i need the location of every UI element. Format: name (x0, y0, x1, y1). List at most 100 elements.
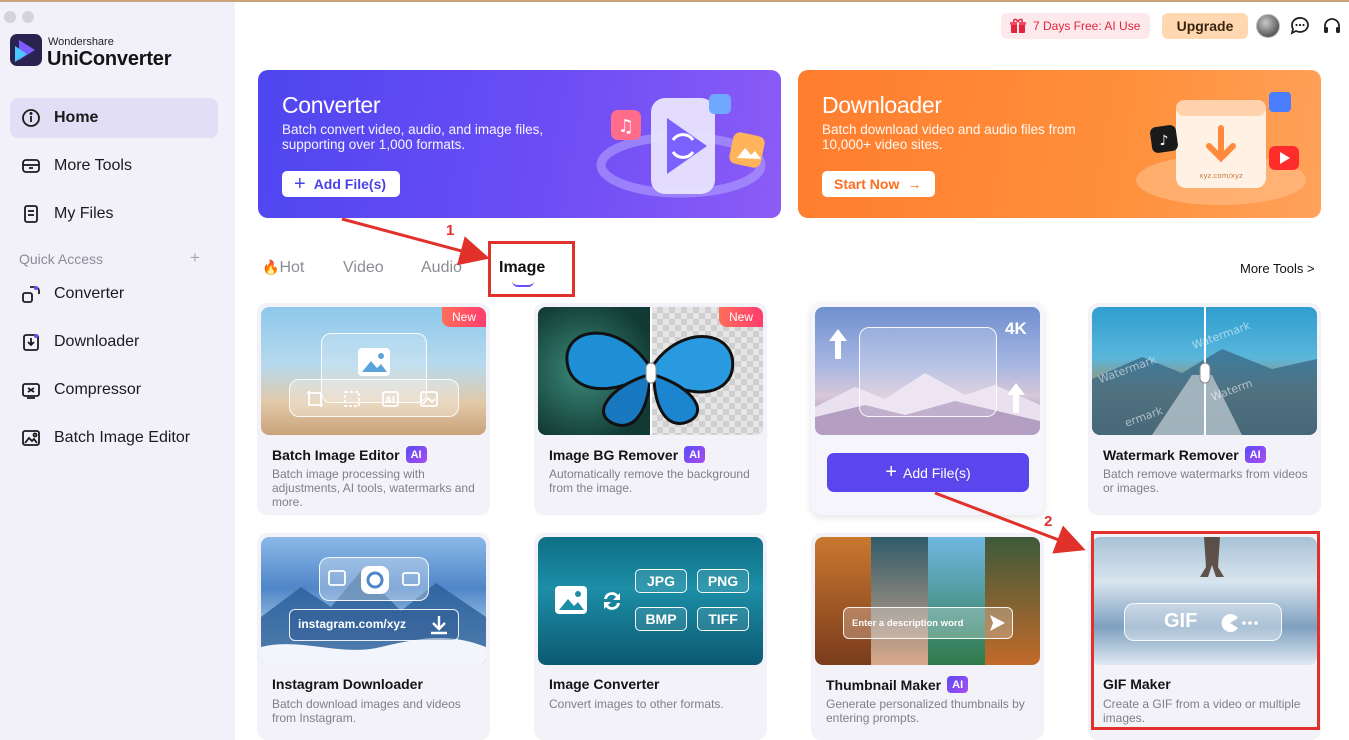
sidebar-item-label: Batch Image Editor (54, 429, 191, 446)
instagram-url-text: instagram.com/xyz (298, 617, 407, 631)
sidebar-item-converter[interactable]: Converter (10, 274, 218, 314)
ai-badge: AI (947, 676, 969, 693)
new-badge: New (442, 307, 486, 327)
image-icon (555, 586, 587, 614)
arrow-right-icon: → (907, 176, 922, 192)
sidebar-item-batch-image-editor[interactable]: Batch Image Editor (10, 418, 218, 458)
sidebar-item-label: Home (54, 109, 99, 126)
downloader-icon (20, 331, 42, 353)
annotation-arrow-1 (341, 217, 490, 266)
prompt-placeholder: Enter a description word (852, 618, 964, 629)
watermark-remover-card[interactable]: Watermark ermark Watermark Waterm Waterm… (1088, 303, 1321, 515)
card-description: Batch remove watermarks from videos or i… (1103, 467, 1308, 495)
window-close-dot[interactable] (4, 11, 16, 23)
card-description: Generate personalized thumbnails by ente… (826, 697, 1025, 725)
card-title: Batch Image Editor AI (272, 446, 427, 463)
format-tiff: TIFF (697, 607, 749, 631)
sidebar: Wondershare UniConverter Home More Tools… (0, 2, 235, 740)
downloader-banner-desc: Batch download video and audio files fro… (822, 122, 1076, 152)
converter-add-files-button[interactable]: + Add File(s) (282, 171, 401, 197)
card-description: Batch download images and videos from In… (272, 697, 461, 725)
sidebar-item-home[interactable]: Home (10, 98, 218, 138)
card-title: Image Converter (549, 676, 660, 692)
image-editor-icon (20, 427, 42, 449)
gift-icon (1010, 18, 1026, 33)
window-minimize-dot[interactable] (22, 11, 34, 23)
card-description: Convert images to other formats. (549, 697, 724, 711)
downloader-banner[interactable]: Downloader Batch download video and audi… (798, 70, 1321, 218)
converter-banner-desc: Batch convert video, audio, and image fi… (282, 122, 544, 152)
quick-access-heading: Quick Access (19, 251, 104, 267)
files-icon (20, 203, 42, 225)
ai-badge: AI (405, 446, 427, 463)
converter-banner-title: Converter (282, 92, 381, 118)
watermark-remover-thumbnail: Watermark ermark Watermark Waterm (1092, 307, 1317, 435)
tab-audio[interactable]: Audio (421, 259, 462, 277)
format-jpg: JPG (635, 569, 687, 593)
sidebar-item-compressor[interactable]: Compressor (10, 370, 218, 410)
user-avatar[interactable] (1256, 14, 1280, 38)
sidebar-item-label: Converter (54, 285, 125, 302)
sidebar-item-more-tools[interactable]: More Tools (10, 146, 218, 186)
add-quick-access-icon[interactable]: + (190, 248, 200, 268)
annotation-number-1: 1 (446, 222, 455, 239)
svg-text:AI: AI (385, 396, 395, 406)
send-icon (990, 615, 1005, 631)
toolbox-icon (20, 155, 42, 177)
instagram-downloader-card[interactable]: instagram.com/xyz Instagram Downloader B… (257, 533, 490, 740)
format-png: PNG (697, 569, 749, 593)
sidebar-item-downloader[interactable]: Downloader (10, 322, 218, 362)
button-label: Add File(s) (313, 176, 387, 192)
svg-text:♪: ♪ (1160, 133, 1169, 149)
image-converter-thumbnail: JPG PNG BMP TIFF (538, 537, 763, 665)
converter-banner[interactable]: Converter Batch convert video, audio, an… (258, 70, 781, 218)
format-bmp: BMP (635, 607, 687, 631)
image-bg-remover-card[interactable]: New Image BG Remover AI Automatically rem… (534, 303, 767, 515)
batch-image-editor-thumbnail: AI New (261, 307, 486, 435)
thumbnail-maker-thumbnail: Enter a description word (815, 537, 1040, 665)
downloader-banner-title: Downloader (822, 92, 942, 118)
card-title: Thumbnail Maker AI (826, 676, 969, 693)
annotation-box-image-tab (488, 241, 575, 297)
feedback-icon[interactable] (1289, 15, 1311, 37)
svg-text:♫: ♫ (618, 116, 634, 137)
xyz-url-text: xyz.com/xyz (1199, 172, 1243, 180)
sidebar-item-label: Downloader (54, 333, 140, 350)
tab-label: Hot (279, 259, 305, 276)
sidebar-item-label: Compressor (54, 381, 142, 398)
converter-icon (20, 283, 42, 305)
card-description: Batch image processing with adjustments,… (272, 467, 475, 509)
sidebar-item-my-files[interactable]: My Files (10, 194, 218, 234)
more-tools-link[interactable]: More Tools > (1240, 261, 1315, 276)
upgrade-button[interactable]: Upgrade (1162, 13, 1248, 39)
tab-video[interactable]: Video (343, 259, 384, 277)
ai-badge: AI (684, 446, 706, 463)
upscaler-thumbnail: 4K (815, 307, 1040, 435)
button-label: Start Now (834, 176, 900, 192)
image-icon (358, 348, 390, 376)
headset-support-icon[interactable] (1321, 15, 1343, 37)
downloader-art-icon: xyz.com/xyz ♪ (1136, 92, 1306, 205)
start-now-button[interactable]: Start Now → (822, 171, 936, 197)
upscaler-add-files-button[interactable]: + Add File(s) (827, 453, 1029, 492)
promo-text: 7 Days Free: AI Use (1033, 19, 1141, 33)
batch-image-editor-card[interactable]: AI New Batch Image Editor AI Batch image … (257, 303, 490, 515)
image-converter-card[interactable]: JPG PNG BMP TIFF Image Converter Convert… (534, 533, 767, 740)
instagram-icon (328, 566, 420, 594)
home-icon (20, 107, 42, 129)
thumbnail-maker-card[interactable]: Enter a description word Thumbnail Maker… (811, 533, 1044, 740)
card-description: Automatically remove the background from… (549, 467, 750, 495)
plus-icon: + (294, 172, 306, 195)
tab-hot[interactable]: 🔥Hot (262, 259, 304, 277)
instagram-thumbnail: instagram.com/xyz (261, 537, 486, 665)
upscale-arrow-icon (1007, 383, 1025, 413)
svg-text:Watermark: Watermark (1190, 319, 1252, 352)
sidebar-item-label: More Tools (54, 157, 132, 174)
annotation-number-2: 2 (1044, 513, 1053, 530)
brand-app-name: UniConverter (47, 48, 172, 70)
ai-promo-button[interactable]: 7 Days Free: AI Use (1001, 13, 1151, 39)
compressor-icon (20, 379, 42, 401)
converter-art-icon: ♫ (596, 94, 766, 198)
plus-icon: + (885, 461, 897, 483)
upscale-frame (859, 327, 997, 417)
